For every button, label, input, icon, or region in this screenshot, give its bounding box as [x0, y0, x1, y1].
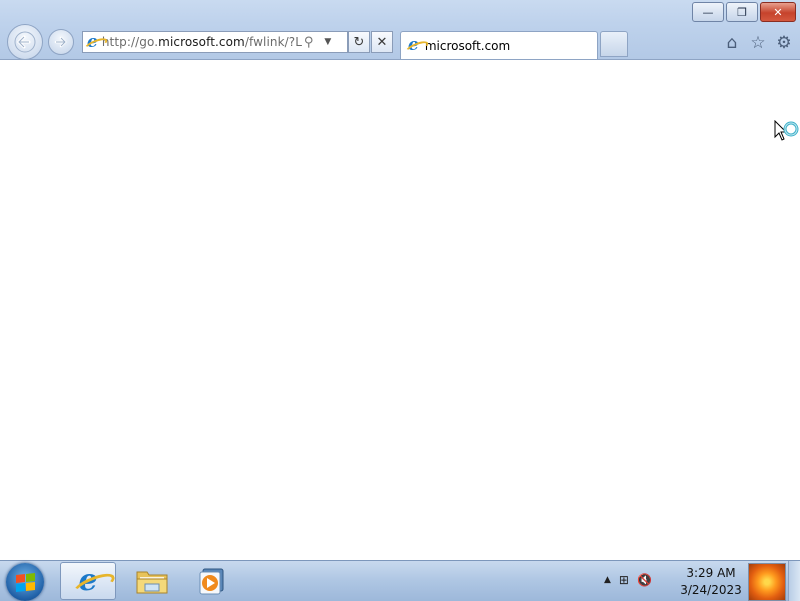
back-arrow-icon — [14, 31, 36, 53]
network-icon[interactable]: ⊞ — [619, 573, 629, 587]
start-button[interactable] — [6, 563, 44, 601]
close-button[interactable]: ✕ — [760, 2, 796, 22]
back-button[interactable] — [7, 24, 43, 60]
address-bar[interactable]: e http://go.microsoft.com/fwlink/?LinkI … — [82, 31, 348, 53]
show-hidden-icons-icon[interactable]: ▲ — [604, 575, 611, 585]
tab-label: microsoft.com — [424, 38, 511, 53]
stop-icon: ✕ — [376, 34, 388, 50]
search-icon[interactable]: ⚲ — [304, 35, 320, 50]
stop-button[interactable]: ✕ — [371, 31, 393, 53]
ie-page-icon: e — [87, 31, 98, 52]
forward-arrow-icon — [54, 36, 67, 48]
restore-button[interactable]: ❐ — [726, 2, 758, 22]
forward-button[interactable] — [48, 29, 74, 55]
command-icons: ⌂ ☆ ⚙ — [722, 33, 794, 53]
refresh-icon: ↻ — [353, 34, 365, 50]
taskbar-windows-explorer[interactable] — [124, 562, 180, 600]
window-controls: — ❐ ✕ — [692, 2, 796, 22]
favorites-star-icon[interactable]: ☆ — [748, 33, 768, 53]
internet-explorer-icon: e — [78, 563, 98, 598]
minimize-button[interactable]: — — [692, 2, 724, 22]
taskbar: e ▲ ⊞ 🔇 3:29 AM 3/24/2023 — [0, 560, 800, 601]
show-desktop-button[interactable] — [788, 561, 800, 601]
notification-area: ▲ ⊞ 🔇 — [604, 573, 652, 587]
refresh-button[interactable]: ↻ — [348, 31, 370, 53]
volume-muted-icon[interactable]: 🔇 — [637, 573, 652, 587]
home-icon[interactable]: ⌂ — [722, 33, 742, 53]
media-player-icon — [199, 568, 224, 595]
clock-date: 3/24/2023 — [680, 583, 742, 597]
tab-favicon-icon: e — [408, 35, 419, 55]
user-picture-thumbnail[interactable] — [748, 563, 786, 601]
new-tab-button[interactable] — [600, 31, 628, 57]
taskbar-internet-explorer[interactable]: e — [60, 562, 116, 600]
clock-time: 3:29 AM — [686, 566, 736, 580]
page-content — [0, 60, 800, 560]
browser-chrome: — ❐ ✕ e http://go.microsoft.com/fwlink/?… — [0, 0, 800, 60]
tab-microsoft[interactable]: e microsoft.com — [400, 31, 598, 59]
clock[interactable]: 3:29 AM 3/24/2023 — [680, 565, 742, 599]
windows-logo-icon — [15, 572, 35, 592]
tools-gear-icon[interactable]: ⚙ — [774, 33, 794, 53]
address-dropdown-icon[interactable]: ▼ — [320, 37, 336, 47]
busy-cursor-icon — [774, 120, 799, 141]
address-url[interactable]: http://go.microsoft.com/fwlink/?LinkI — [102, 35, 302, 49]
folder-icon — [136, 571, 168, 594]
taskbar-windows-media-player[interactable] — [184, 562, 240, 600]
